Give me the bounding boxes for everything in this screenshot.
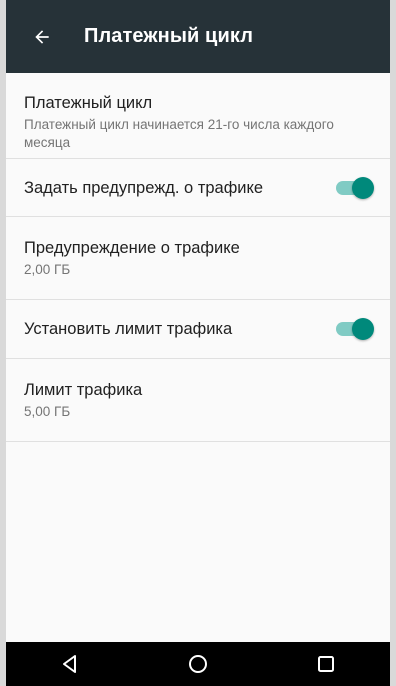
app-bar: Платежный цикл <box>6 0 390 73</box>
data-warning-item[interactable]: Предупреждение о трафике 2,00 ГБ <box>6 217 390 300</box>
nav-back-button[interactable] <box>40 642 100 686</box>
data-limit-item[interactable]: Лимит трафика 5,00 ГБ <box>6 359 390 442</box>
nav-back-icon <box>63 655 76 673</box>
set-limit-switch[interactable] <box>336 318 374 340</box>
billing-cycle-summary: Платежный цикл начинается 21-го числа ка… <box>24 117 334 150</box>
billing-cycle-title: Платежный цикл <box>24 94 153 112</box>
back-button[interactable] <box>20 15 64 59</box>
screen: Платежный цикл Платежный цикл Платежный … <box>0 0 396 686</box>
set-warning-title: Задать предупрежд. о трафике <box>24 178 264 197</box>
nav-recents-button[interactable] <box>296 642 356 686</box>
data-limit-value: 5,00 ГБ <box>24 404 71 419</box>
data-warning-title: Предупреждение о трафике <box>24 239 240 257</box>
navigation-bar <box>6 642 390 686</box>
set-warning-item[interactable]: Задать предупрежд. о трафике <box>6 159 390 217</box>
set-limit-title: Установить лимит трафика <box>24 320 233 338</box>
set-warning-switch[interactable] <box>336 176 374 199</box>
switch-thumb <box>352 176 374 199</box>
arrow-back-icon <box>35 29 49 44</box>
data-limit-title: Лимит трафика <box>24 381 143 399</box>
billing-cycle-item[interactable]: Платежный цикл Платежный цикл начинается… <box>6 73 390 159</box>
switch-thumb <box>352 318 374 340</box>
data-warning-value: 2,00 ГБ <box>24 262 71 277</box>
nav-recents-icon <box>318 656 334 672</box>
nav-home-button[interactable] <box>168 642 228 686</box>
settings-list: Платежный цикл Платежный цикл начинается… <box>6 73 390 442</box>
page-title: Платежный цикл <box>84 25 253 47</box>
set-limit-item[interactable]: Установить лимит трафика <box>6 300 390 359</box>
nav-home-icon <box>189 655 207 673</box>
